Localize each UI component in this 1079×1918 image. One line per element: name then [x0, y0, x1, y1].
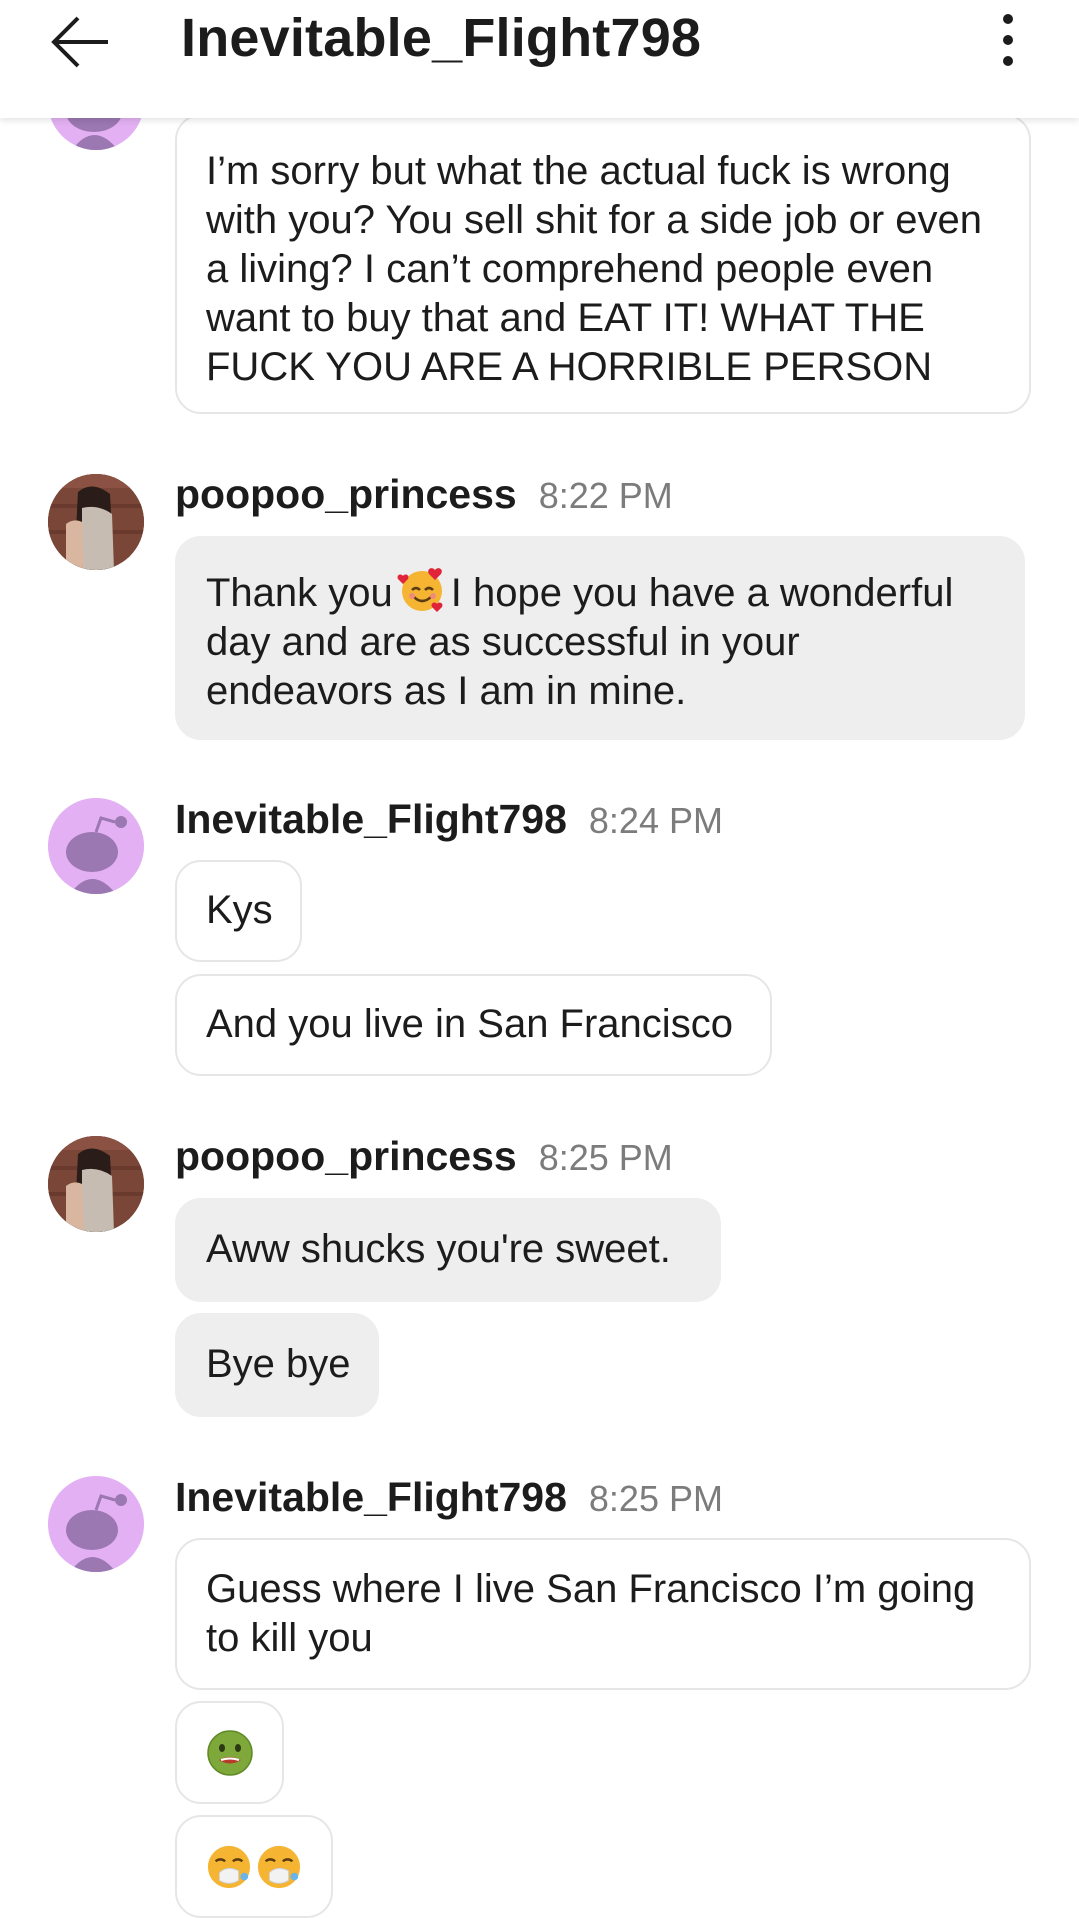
message-bubble[interactable]: And you live in San Francisco: [175, 974, 772, 1076]
user-avatar[interactable]: [48, 1476, 144, 1572]
user-avatar[interactable]: [48, 474, 144, 570]
message-author[interactable]: Inevitable_Flight798 8:24 PM: [175, 795, 723, 845]
back-button[interactable]: [44, 6, 116, 78]
message-text: Kys: [206, 888, 273, 932]
top-app-bar: Inevitable_Flight798: [0, 0, 1079, 118]
message-text: Thank you: [206, 571, 393, 615]
timestamp: 8:24 PM: [588, 800, 723, 841]
message-text: And you live in San Francisco: [206, 1002, 733, 1046]
message-bubble[interactable]: [175, 1701, 284, 1804]
snoo-icon: [48, 798, 144, 894]
more-vert-icon: [1003, 56, 1013, 66]
page-title: Inevitable_Flight798: [181, 8, 702, 68]
nauseated-face-emoji: [206, 1729, 253, 1776]
timestamp: 8:25 PM: [588, 1478, 723, 1519]
timestamp: 8:25 PM: [538, 1137, 673, 1178]
more-vert-icon: [1003, 14, 1013, 24]
message-text: Aww shucks you're sweet.: [206, 1227, 671, 1271]
message-text: Bye bye: [206, 1342, 351, 1386]
message-author[interactable]: poopoo_princess 8:22 PM: [175, 470, 673, 520]
back-arrow-icon: [51, 16, 108, 68]
username: poopoo_princess: [175, 471, 517, 517]
message-text: I’m sorry but what the actual fuck is wr…: [206, 149, 983, 389]
message-bubble[interactable]: Aww shucks you're sweet.: [175, 1198, 721, 1302]
message-bubble[interactable]: Bye bye: [175, 1313, 379, 1417]
sneezing-face-emoji: [207, 1845, 251, 1888]
smiling-face-with-hearts-emoji: [397, 568, 443, 612]
message-author[interactable]: poopoo_princess 8:25 PM: [175, 1132, 673, 1182]
timestamp: 8:22 PM: [538, 475, 673, 516]
snoo-icon: [48, 1476, 144, 1572]
profile-photo: [48, 1136, 144, 1232]
message-author[interactable]: Inevitable_Flight798 8:25 PM: [175, 1473, 723, 1523]
message-bubble[interactable]: I’m sorry but what the actual fuck is wr…: [175, 114, 1031, 414]
chat-thread[interactable]: I’m sorry but what the actual fuck is wr…: [0, 0, 1079, 1918]
sneezing-face-emoji: [257, 1845, 301, 1888]
user-avatar[interactable]: [48, 1136, 144, 1232]
username: poopoo_princess: [175, 1133, 517, 1179]
message-bubble[interactable]: [175, 1815, 333, 1918]
message-bubble[interactable]: Guess where I live San Francisco I’m goi…: [175, 1538, 1031, 1690]
username: Inevitable_Flight798: [175, 796, 567, 842]
user-avatar[interactable]: [48, 798, 144, 894]
message-bubble[interactable]: Thank you I hope you have a wonderful da…: [175, 536, 1025, 740]
username: Inevitable_Flight798: [175, 1474, 567, 1520]
profile-photo: [48, 474, 144, 570]
message-text: Guess where I live San Francisco I’m goi…: [206, 1567, 976, 1660]
more-options-button[interactable]: [990, 4, 1026, 76]
more-vert-icon: [1003, 35, 1013, 45]
message-bubble[interactable]: Kys: [175, 860, 302, 962]
